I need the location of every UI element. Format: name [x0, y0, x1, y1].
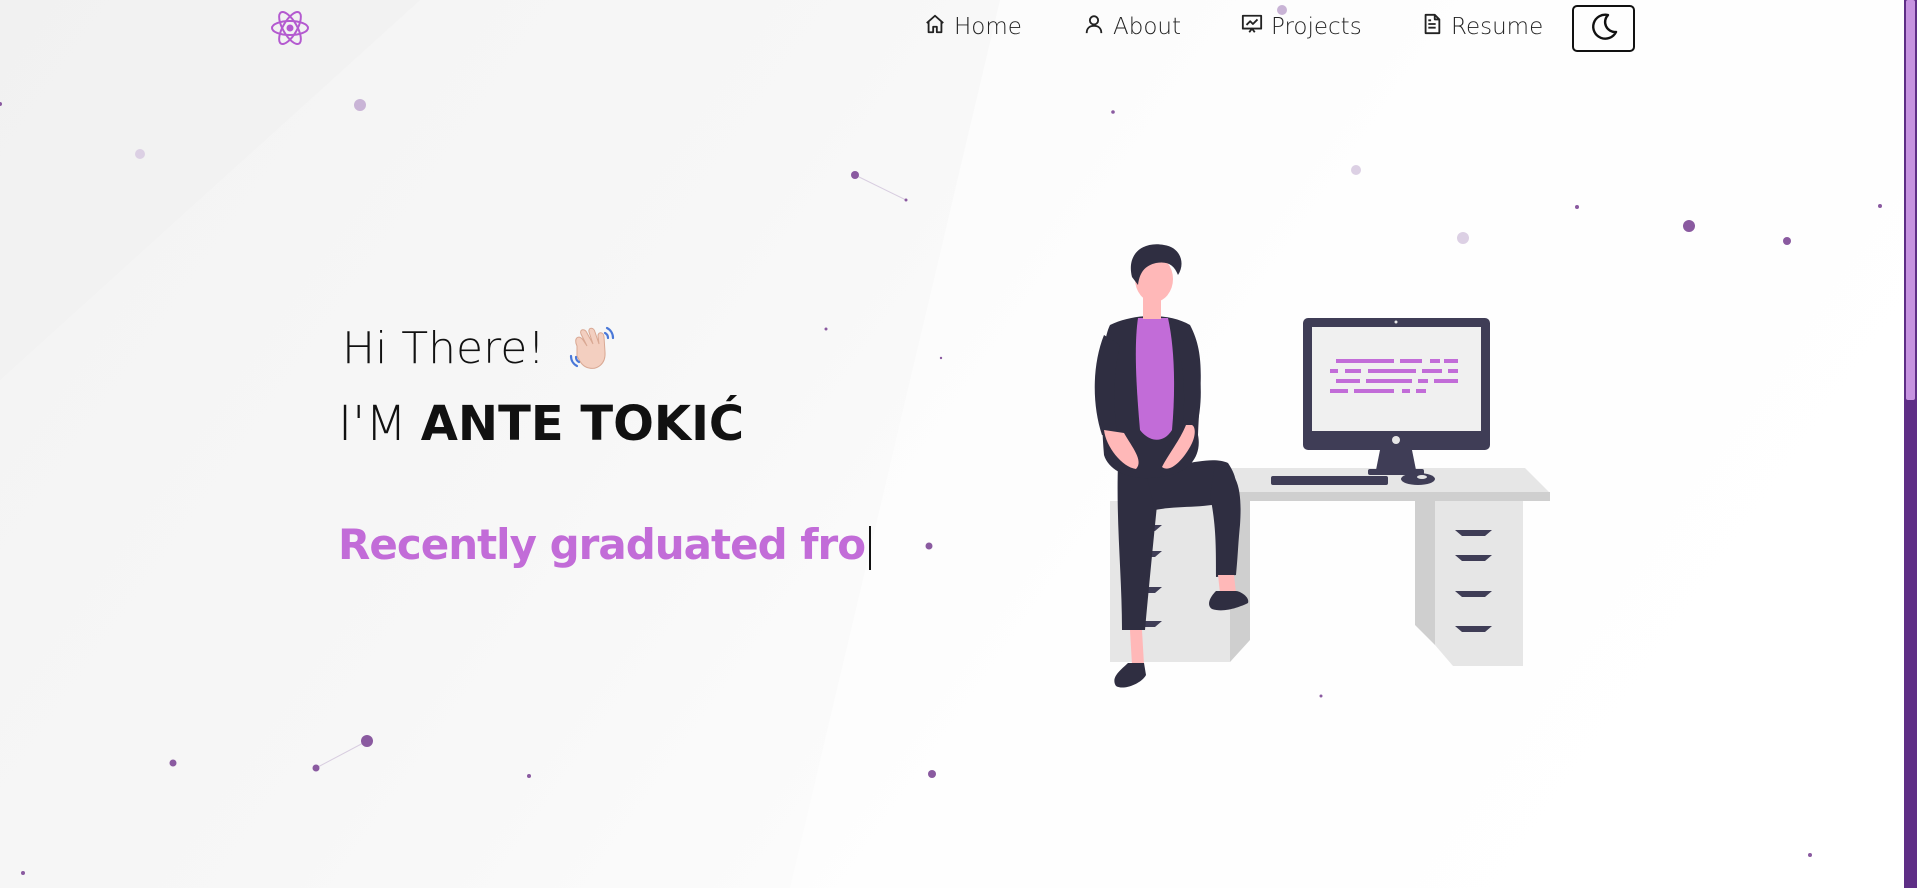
waving-hand-icon — [567, 322, 619, 374]
intro-heading: I'M ANTE TOKIĆ — [338, 396, 744, 452]
document-icon — [1421, 13, 1443, 41]
author-name: ANTE TOKIĆ — [420, 396, 745, 452]
presentation-icon — [1241, 13, 1263, 41]
react-atom-icon[interactable] — [268, 6, 312, 50]
moon-icon — [1589, 12, 1619, 45]
typewriter-text: Recently graduated fro — [338, 520, 872, 570]
nav-resume-label: Resume — [1451, 14, 1544, 40]
nav-home-label: Home — [954, 14, 1022, 40]
nav-home-link[interactable]: Home — [924, 12, 1022, 42]
user-icon — [1083, 13, 1105, 41]
intro-prefix: I'M — [338, 396, 407, 452]
greeting-heading: Hi There! — [342, 322, 619, 374]
theme-toggle-button[interactable] — [1572, 5, 1635, 52]
nav-about-label: About — [1113, 14, 1182, 40]
nav-about-link[interactable]: About — [1083, 12, 1181, 42]
typewriter-cursor — [869, 525, 872, 570]
nav-projects-label: Projects — [1271, 14, 1362, 40]
home-icon — [924, 13, 946, 41]
particle-background — [0, 5, 1882, 875]
nav-resume-link[interactable]: Resume — [1421, 12, 1543, 42]
page-scrollbar[interactable] — [1904, 0, 1917, 888]
typewriter-content: Recently graduated fro — [338, 520, 866, 569]
navbar: Home About Projects Resume — [0, 0, 1900, 56]
developer-at-desk-illustration — [1040, 225, 1560, 705]
scrollbar-thumb[interactable] — [1906, 0, 1915, 400]
nav-projects-link[interactable]: Projects — [1241, 12, 1362, 42]
greeting-text: Hi There! — [342, 322, 545, 374]
